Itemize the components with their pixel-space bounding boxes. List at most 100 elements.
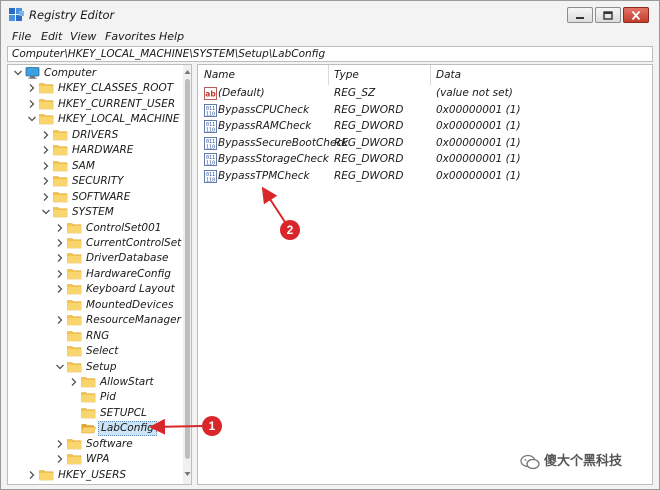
folder-icon	[67, 330, 82, 341]
tree-node-label: WPA	[86, 453, 110, 466]
tree-node[interactable]: LabConfig	[8, 421, 183, 437]
chevron-right-icon[interactable]	[26, 98, 38, 110]
tree-node-label: Software	[86, 437, 133, 450]
chevron-right-icon[interactable]	[54, 237, 66, 249]
binary-value-icon: 011110	[204, 170, 217, 183]
values-list-pane[interactable]: Name Type Data ab (Default) REG_SZ (value n…	[197, 64, 653, 485]
tree-node[interactable]: Select	[8, 344, 183, 359]
scrollbar-thumb[interactable]	[185, 79, 190, 459]
minimize-button[interactable]	[567, 7, 593, 23]
registry-editor-app-icon	[9, 8, 24, 21]
tree-node[interactable]: HARDWARE	[8, 143, 183, 158]
binary-value-icon: 011110	[204, 136, 217, 150]
key-tree-pane[interactable]: Computer HKEY_CLASSES_ROOT HKEY_CURRENT_US…	[7, 64, 192, 485]
chevron-down-icon[interactable]	[26, 113, 38, 125]
address-bar[interactable]: Computer\HKEY_LOCAL_MACHINE\SYSTEM\Setup…	[7, 46, 653, 62]
chevron-right-icon[interactable]	[40, 129, 52, 141]
tree-node[interactable]: RNG	[8, 329, 183, 344]
tree-node[interactable]: SETUPCL	[8, 406, 183, 421]
folder-icon	[39, 99, 54, 110]
value-data: 0x00000001 (1)	[436, 153, 521, 166]
chevron-right-icon[interactable]	[54, 252, 66, 264]
title-bar[interactable]: Registry Editor	[1, 1, 659, 29]
tree-node[interactable]: DRIVERS	[8, 128, 183, 143]
tree-node[interactable]: Setup	[8, 360, 183, 375]
folder-icon	[67, 253, 82, 264]
tree-node[interactable]: ResourceManager	[8, 313, 183, 328]
tree-node-label: HKEY_LOCAL_MACHINE	[58, 113, 180, 126]
chevron-down-icon[interactable]	[54, 361, 66, 373]
address-path[interactable]: Computer\HKEY_LOCAL_MACHINE\SYSTEM\Setup…	[12, 48, 325, 60]
column-header-name[interactable]: Name	[198, 65, 328, 85]
tree-vertical-scrollbar[interactable]	[183, 65, 191, 484]
chevron-right-icon[interactable]	[26, 469, 38, 481]
folder-icon	[81, 392, 96, 403]
column-header-type[interactable]: Type	[328, 65, 430, 85]
chevron-right-icon[interactable]	[54, 268, 66, 280]
chevron-right-icon[interactable]	[40, 160, 52, 172]
chevron-right-icon[interactable]	[54, 222, 66, 234]
binary-value-icon: 011110	[204, 153, 217, 166]
chevron-right-icon[interactable]	[68, 376, 80, 388]
scroll-down-arrow-icon[interactable]	[184, 470, 191, 478]
chevron-right-icon[interactable]	[54, 283, 66, 295]
value-data: 0x00000001 (1)	[436, 170, 521, 182]
tree-node[interactable]: Software	[8, 437, 183, 452]
menu-file[interactable]: File	[12, 30, 31, 43]
chevron-down-icon[interactable]	[40, 206, 52, 218]
chevron-right-icon[interactable]	[40, 175, 52, 187]
value-row[interactable]: 011 110 BypassRAMCheck REG_DWORD 0x00000001 …	[198, 119, 652, 135]
tree-node-label: HKEY_CLASSES_ROOT	[58, 82, 174, 95]
chevron-right-icon[interactable]	[26, 82, 38, 94]
value-row[interactable]: 011 110 BypassCPUCheck REG_DWORD 0x00000001 …	[198, 103, 652, 119]
tree-node-label: SYSTEM	[72, 206, 114, 219]
chevron-right-icon[interactable]	[54, 438, 66, 450]
tree-node[interactable]: WPA	[8, 452, 183, 467]
close-button[interactable]	[623, 7, 649, 23]
chevron-right-icon[interactable]	[54, 453, 66, 465]
tree-node[interactable]: HKEY_CURRENT_USER	[8, 97, 183, 112]
tree-node[interactable]: CurrentControlSet	[8, 236, 183, 251]
value-row[interactable]: 011 110 BypassTPMCheck REG_DWORD 0x00000001 …	[198, 169, 652, 185]
tree-node[interactable]: Computer	[8, 66, 183, 81]
value-row[interactable]: 011 110 BypassStorageCheck REG_DWORD 0x00000…	[198, 152, 652, 168]
folder-icon	[39, 114, 54, 125]
value-row[interactable]: ab (Default) REG_SZ (value not set)	[198, 86, 652, 102]
chevron-down-icon[interactable]	[12, 67, 24, 79]
tree-node[interactable]: HKEY_CLASSES_ROOT	[8, 81, 183, 96]
tree-node[interactable]: HKEY_LOCAL_MACHINE	[8, 112, 183, 127]
chevron-right-icon[interactable]	[54, 314, 66, 326]
tree-node[interactable]: SAM	[8, 159, 183, 174]
tree-node[interactable]: SOFTWARE	[8, 190, 183, 205]
tree-node[interactable]: SECURITY	[8, 174, 183, 189]
tree-node-label: SAM	[72, 159, 95, 172]
chevron-right-icon[interactable]	[40, 144, 52, 156]
folder-icon	[39, 83, 54, 94]
binary-value-icon: 011110	[204, 103, 217, 117]
svg-text:110: 110	[206, 177, 215, 183]
tree-node[interactable]: Keyboard Layout	[8, 282, 183, 297]
folder-icon	[67, 299, 82, 311]
value-row[interactable]: 011 110 BypassSecureBootCheck REG_DWORD 0x00…	[198, 136, 652, 152]
tree-node-label: Computer	[44, 67, 97, 79]
tree-node[interactable]: AllowStart	[8, 375, 183, 390]
tree-node[interactable]: SYSTEM	[8, 205, 183, 220]
chevron-right-icon[interactable]	[40, 191, 52, 203]
tree-node[interactable]: HardwareConfig	[8, 267, 183, 282]
menu-favorites[interactable]: Favorites	[105, 30, 156, 43]
menu-help[interactable]: Help	[159, 30, 184, 43]
value-data: 0x00000001 (1)	[436, 136, 521, 149]
tree-node[interactable]: MountedDevices	[8, 298, 183, 313]
tree-node[interactable]: Pid	[8, 390, 183, 405]
tree-node-label: HARDWARE	[72, 144, 134, 157]
menu-edit[interactable]: Edit	[41, 30, 62, 43]
folder-icon	[67, 269, 82, 280]
column-header-data[interactable]: Data	[430, 65, 652, 85]
menu-view[interactable]: View	[70, 30, 96, 43]
tree-node[interactable]: HKEY_USERS	[8, 468, 183, 483]
scroll-up-arrow-icon[interactable]	[184, 68, 191, 76]
value-type: REG_DWORD	[334, 120, 404, 133]
tree-node[interactable]: ControlSet001	[8, 221, 183, 236]
maximize-button[interactable]	[595, 7, 621, 23]
tree-node[interactable]: DriverDatabase	[8, 251, 183, 266]
